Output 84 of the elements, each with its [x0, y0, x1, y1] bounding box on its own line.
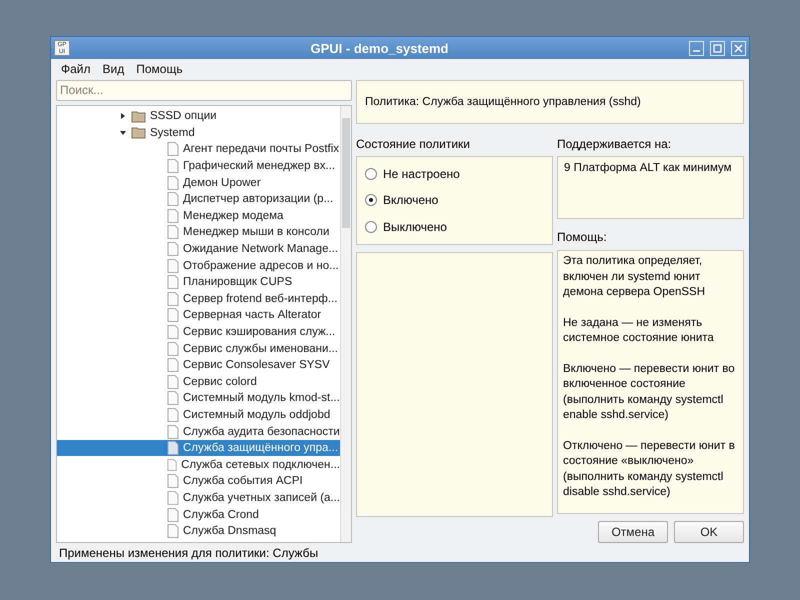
tree-item[interactable]: Служба Dnsmasq: [57, 522, 340, 540]
dialog-button[interactable]: Отмена: [598, 521, 668, 543]
document-icon: [167, 424, 179, 439]
expand-arrow-icon[interactable]: [119, 128, 127, 137]
tree-item[interactable]: Ожидание Network Manage...: [57, 240, 340, 258]
tree-item[interactable]: Служба события ACPI: [57, 473, 340, 490]
document-icon: [167, 374, 179, 389]
radio-icon[interactable]: [365, 168, 377, 180]
document-icon: [167, 142, 179, 156]
tree-item[interactable]: Менеджер модема: [57, 208, 340, 224]
folder-icon: [131, 126, 146, 140]
maximize-button[interactable]: [710, 40, 725, 56]
document-icon: [167, 225, 179, 240]
policy-title: Политика: Служба защищённого управления (sshd): [356, 80, 744, 124]
document-icon: [167, 508, 179, 522]
radio-icon[interactable]: [365, 194, 377, 206]
tree-item[interactable]: SSSD опции: [57, 108, 340, 125]
document-icon: [167, 192, 179, 206]
document-icon: [167, 524, 179, 538]
radio-option[interactable]: Включено: [365, 193, 544, 208]
document-icon: [167, 342, 179, 356]
document-icon: [167, 474, 179, 488]
menu-item[interactable]: Вид: [102, 62, 124, 76]
scrollbar-thumb[interactable]: [342, 118, 350, 228]
menu-item[interactable]: Помощь: [136, 62, 183, 76]
tree-item[interactable]: Диспетчер авторизации (р...: [57, 190, 340, 208]
document-icon: [167, 391, 179, 406]
radio-icon[interactable]: [365, 220, 377, 233]
document-icon: [167, 358, 179, 372]
tree-item[interactable]: Служба учетных записей (а...: [57, 490, 340, 506]
document-icon: [167, 490, 179, 505]
help-label: Помощь:: [557, 229, 608, 246]
help-paragraph: Включено — перевести юнит во включенное состояние (выполнить команду systemctl enable sshd.service): [563, 362, 736, 423]
document-icon: [167, 275, 179, 290]
menu-item[interactable]: Файл: [61, 62, 91, 76]
help-paragraph: Эта политика определяет, включен ли systemd юнит демона сервера OpenSSH: [563, 254, 706, 300]
document-icon: [167, 258, 179, 273]
tree-item[interactable]: Графический менеджер вх...: [57, 158, 340, 174]
tree-item[interactable]: Сервис colord: [57, 373, 340, 390]
supported-field: 9 Платформа ALT как минимум: [557, 156, 744, 219]
document-icon: [167, 292, 179, 306]
document-icon: [167, 308, 179, 322]
document-icon: [167, 408, 179, 422]
document-icon: [167, 324, 179, 339]
tree-item[interactable]: Сервис кэширования служ...: [57, 324, 340, 340]
tree-item[interactable]: Агент передачи почты Postfix: [57, 141, 340, 158]
radio-option[interactable]: Выключено: [365, 220, 544, 234]
folder-icon: [131, 110, 146, 123]
help-paragraph: Отключено — перевести юнит в состояние «выключено» (выполнить команду systemctl disable sshd.service): [563, 438, 736, 500]
tree-item[interactable]: Демон Upower: [57, 174, 340, 191]
tree-item[interactable]: Служба сетевых подключен...: [57, 456, 340, 474]
tree-item[interactable]: Серверная часть Alterator: [57, 307, 340, 324]
status-text: Применены изменения для политики: Службы: [59, 546, 318, 560]
tree-item[interactable]: Отображение адресов и но...: [57, 257, 340, 274]
document-icon: [167, 458, 178, 472]
tree-item[interactable]: Системный модуль kmod-st...: [57, 390, 340, 407]
maximize-icon[interactable]: [713, 44, 722, 52]
tree-item[interactable]: Сервис службы именовани...: [57, 340, 340, 357]
document-icon: [167, 208, 179, 223]
tree-item[interactable]: Сервис Consolesaver SYSV: [57, 356, 340, 374]
tree-item[interactable]: Служба аудита безопасности: [57, 423, 340, 440]
document-icon: [167, 441, 179, 456]
supported-label: Поддерживается на:: [557, 136, 672, 153]
document-icon: [167, 159, 179, 174]
scrollbar[interactable]: [340, 106, 351, 542]
radio-option[interactable]: Не настроено: [365, 167, 544, 182]
dialog-button[interactable]: OK: [674, 521, 744, 543]
search-field[interactable]: Поиск...: [56, 80, 352, 101]
close-button[interactable]: [731, 40, 746, 56]
close-icon[interactable]: [734, 44, 743, 52]
tree-item[interactable]: Системный модуль oddjobd: [57, 406, 340, 424]
window-title: GPUI - demo_systemd: [310, 40, 450, 56]
state-label: Состояние политики: [356, 136, 471, 153]
tree-item[interactable]: Служба Crond: [57, 506, 340, 523]
tree-item[interactable]: Служба защищённого упра...: [57, 440, 340, 456]
tree-item[interactable]: Менеджер мыши в консоли: [57, 224, 340, 241]
document-icon: [167, 242, 179, 256]
collapse-arrow-icon[interactable]: [119, 112, 127, 120]
document-icon: [167, 176, 179, 190]
tree-item[interactable]: Планировщик CUPS: [57, 274, 340, 290]
tree-item[interactable]: Systemd: [57, 124, 340, 142]
tree-item[interactable]: Сервер frotend веб-интерф...: [57, 290, 340, 308]
help-paragraph: Не задана — не изменять системное состояние юнита: [563, 316, 715, 346]
minimize-button[interactable]: [689, 40, 704, 56]
